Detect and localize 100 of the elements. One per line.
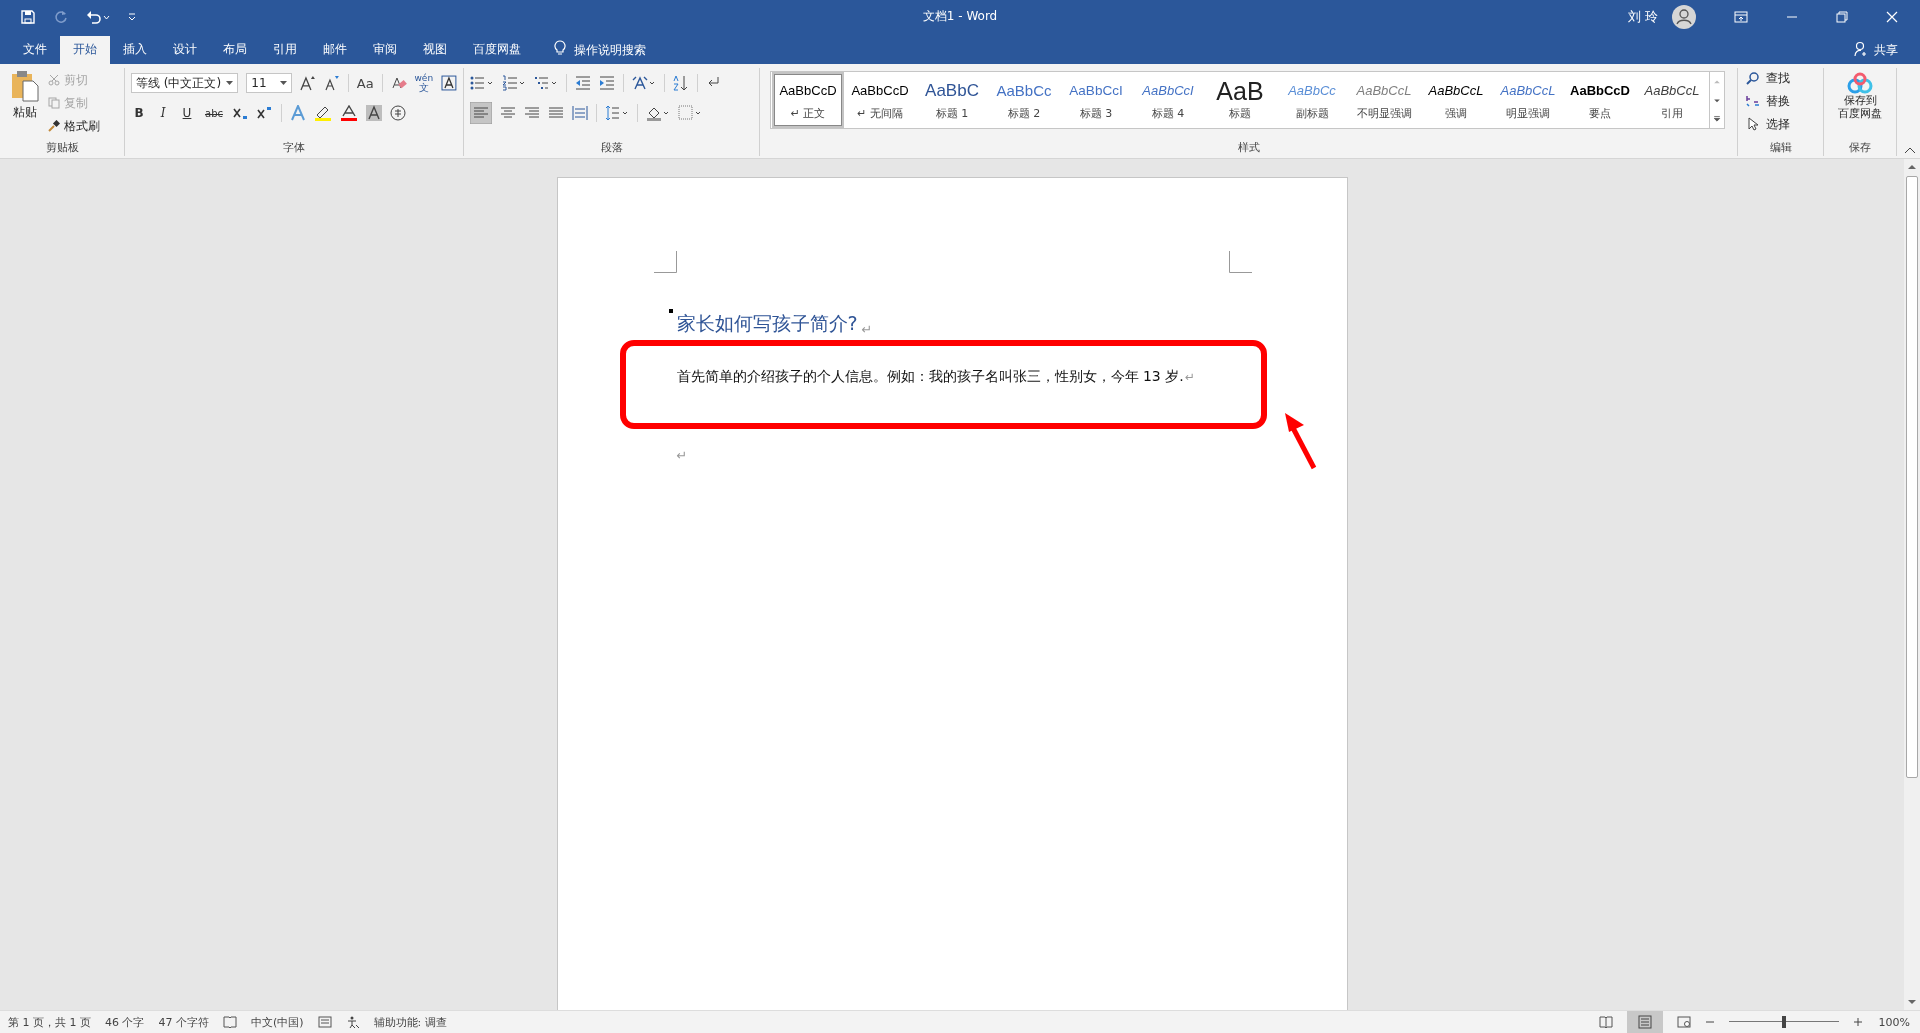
clipboard-icon [10,70,40,102]
style-item[interactable]: AaBbCcD ↵ 无间隔 [844,72,916,128]
group-label: 字体 [282,140,306,156]
find-button[interactable]: 查找 [1746,68,1815,88]
group-label: 保存 [1848,140,1872,156]
paste-button[interactable]: 粘贴 [10,70,40,132]
font-name-field[interactable]: 等线 (中文正文) [131,73,239,93]
avatar-icon[interactable] [1672,4,1696,29]
multilevel-list-icon[interactable] [534,75,558,91]
copy-icon [48,97,60,109]
restore-icon[interactable] [1836,10,1848,23]
customize-icon[interactable] [128,11,136,22]
style-item[interactable]: AaBbCcD 要点 [1564,72,1636,128]
format-button[interactable]: abc [203,107,225,119]
zoom-level[interactable]: 100% [1878,1015,1910,1029]
text-direction-icon[interactable] [632,75,656,91]
change-case-button[interactable]: Aa [356,75,374,91]
ribbon-tab[interactable]: 百度网盘 [460,36,534,64]
cloud-logo-icon [1847,72,1873,94]
superscript-icon[interactable] [257,106,273,120]
ribbon-tab[interactable]: 邮件 [310,36,360,64]
undo-icon[interactable] [86,9,110,24]
style-item[interactable]: AaBbCc 标题 2 [988,72,1060,128]
font-size-field[interactable]: 11 [246,73,292,93]
dropdown-arrow-icon [226,81,234,85]
style-item[interactable]: AaB 标题 [1204,72,1276,128]
decrease-indent-icon[interactable] [575,75,591,91]
style-item[interactable]: AaBbCc 副标题 [1276,72,1348,128]
character-count[interactable]: 47 个字符 [158,1014,209,1030]
format-painter-button[interactable]: 格式刷 [48,116,100,136]
read-mode-icon[interactable] [1598,1016,1613,1028]
style-item[interactable]: AaBbCcI 标题 3 [1060,72,1132,128]
shading-icon[interactable] [646,105,670,121]
ribbon-tab[interactable]: 设计 [160,36,210,64]
ribbon-tab[interactable]: 布局 [210,36,260,64]
replace-button[interactable]: 替换 [1746,91,1815,111]
bullets-icon[interactable] [470,75,494,91]
zoom-slider[interactable] [1728,1015,1839,1029]
language-status[interactable]: 中文(中国) [251,1014,304,1030]
zoom-in-icon[interactable] [1852,1017,1863,1027]
line-spacing-icon[interactable] [605,105,629,121]
highlight-icon[interactable] [314,105,332,121]
accessibility-status[interactable]: 辅助功能: 调查 [373,1014,447,1030]
character-border-icon[interactable] [441,75,457,91]
window-title: 文档1 - Word [922,8,998,25]
format-button[interactable]: B [131,106,147,120]
sort-icon[interactable] [673,75,689,91]
keep-with-next-icon [668,309,673,313]
style-item[interactable]: AaBbCcL 强调 [1420,72,1492,128]
enclose-character-icon[interactable] [390,105,406,121]
paragraph-mark: ↵ [861,322,873,337]
redo-icon[interactable] [54,9,68,24]
subscript-icon[interactable] [233,106,249,120]
share-icon[interactable] [1854,41,1868,57]
web-layout-icon[interactable] [1676,1016,1691,1028]
text-effects-icon[interactable] [290,105,306,121]
document-paragraph: 首先简单的介绍孩子的个人信息。例如：我的孩子名叫张三，性别女，今年 13 岁. [676,368,1184,386]
select-button[interactable]: 选择 [1746,114,1815,134]
group-label: 段落 [599,140,624,156]
format-button[interactable]: I [155,106,171,120]
shrink-font-icon[interactable] [323,75,340,91]
proofing-icon[interactable] [223,1016,237,1028]
group-label: 编辑 [1768,140,1793,156]
lightbulb-icon [554,40,566,56]
ribbon-tab[interactable]: 文件 [10,36,60,64]
style-item[interactable]: AaBbCcL 引用 [1636,72,1708,128]
ribbon-tab[interactable]: 审阅 [360,36,410,64]
style-item[interactable]: AaBbCcL 明显强调 [1492,72,1564,128]
print-layout-icon[interactable] [1626,1011,1663,1033]
phonetic-guide-button[interactable]: wén 文 [414,74,434,92]
ribbon-display-icon[interactable] [1734,10,1748,23]
close-icon[interactable] [1886,10,1898,23]
style-item[interactable]: AaBbCcL 不明显强调 [1348,72,1420,128]
increase-indent-icon[interactable] [599,75,615,91]
ribbon-tab[interactable]: 引用 [260,36,310,64]
page-count[interactable]: 第 1 页，共 1 页 [8,1014,91,1030]
document-heading: 家长如何写孩子简介? [676,311,858,336]
style-item[interactable]: AaBbC 标题 1 [916,72,988,128]
save-icon[interactable] [20,8,36,25]
save-to-cloud-button[interactable]: 保存到 百度网盘 [1824,68,1896,140]
tell-me-search[interactable]: 操作说明搜索 [574,36,646,64]
ribbon-tab[interactable]: 插入 [110,36,160,64]
ribbon-tab[interactable]: 开始 [60,36,110,64]
scrollbar-thumb[interactable] [1906,176,1918,778]
macro-icon[interactable] [317,1016,332,1028]
style-item[interactable]: AaBbCcD ↵ 正文 [772,72,844,128]
font-color-icon[interactable] [340,105,358,121]
format-button[interactable]: U [179,106,195,120]
eraser-icon[interactable] [390,75,407,91]
word-count[interactable]: 46 个字 [105,1014,145,1030]
ribbon-tab[interactable]: 视图 [410,36,460,64]
grow-font-icon[interactable] [300,75,316,91]
numbering-icon[interactable] [502,75,526,91]
share-button[interactable]: 共享 [1874,36,1898,64]
collapse-ribbon-icon[interactable] [1904,146,1916,154]
margin-corner-icon [653,251,677,273]
style-item[interactable]: AaBbCcI 标题 4 [1132,72,1204,128]
character-shading-icon[interactable] [366,105,382,121]
margin-corner-icon [1228,251,1252,273]
accessibility-icon[interactable] [345,1015,360,1029]
